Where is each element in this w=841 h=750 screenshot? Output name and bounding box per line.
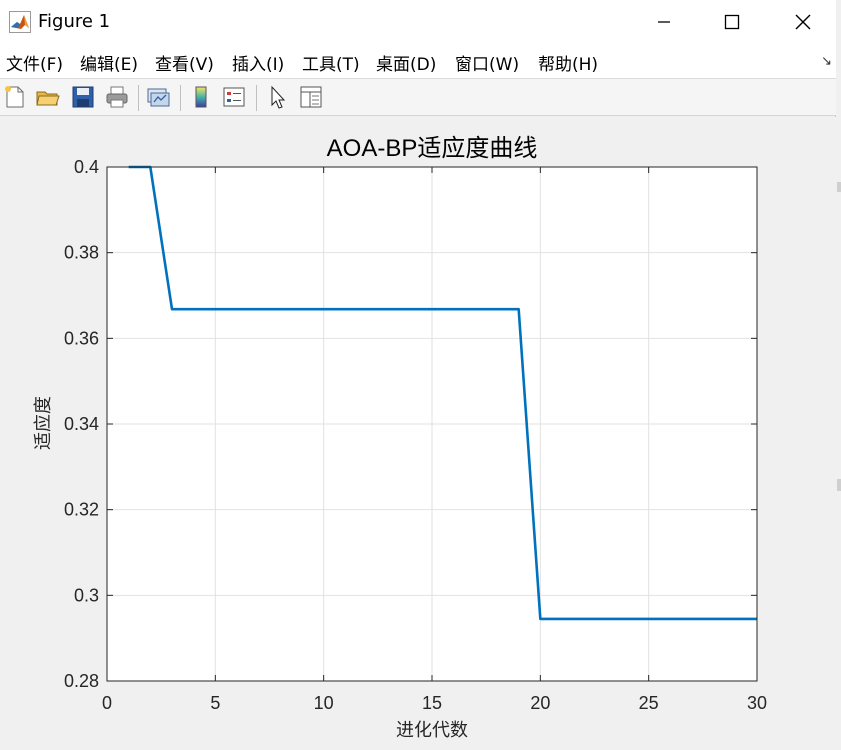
window-title: Figure 1 bbox=[38, 11, 111, 32]
menu-view[interactable]: 查看(V) bbox=[155, 50, 214, 75]
y-tick-label: 0.32 bbox=[64, 500, 99, 520]
x-tick-label: 25 bbox=[639, 693, 659, 713]
x-tick-label: 20 bbox=[530, 693, 550, 713]
property-inspector-icon[interactable] bbox=[298, 84, 324, 110]
chart-title: AOA-BP适应度曲线 bbox=[327, 135, 538, 162]
menu-desktop[interactable]: 桌面(D) bbox=[376, 50, 436, 75]
dock-arrow-icon[interactable]: ↘ bbox=[821, 54, 832, 69]
figure-window: Figure 1 文件(F) 编辑(E) 查看(V) 插入(I) 工具(T) 桌… bbox=[0, 0, 836, 750]
menu-window[interactable]: 窗口(W) bbox=[455, 50, 519, 75]
x-tick-label: 5 bbox=[210, 693, 220, 713]
menu-edit[interactable]: 编辑(E) bbox=[80, 50, 138, 75]
link-plot-icon[interactable] bbox=[145, 84, 171, 110]
matlab-logo-icon bbox=[9, 11, 31, 33]
close-icon bbox=[795, 14, 811, 30]
insert-colorbar-icon[interactable] bbox=[188, 84, 214, 110]
x-tick-label: 0 bbox=[102, 693, 112, 713]
y-tick-label: 0.38 bbox=[64, 243, 99, 263]
open-file-icon[interactable] bbox=[35, 84, 61, 110]
y-axis-label: 适应度 bbox=[33, 396, 53, 450]
y-tick-label: 0.34 bbox=[64, 414, 99, 434]
close-button[interactable] bbox=[780, 6, 826, 38]
window-edge-marker bbox=[837, 182, 841, 192]
toolbar bbox=[0, 78, 836, 116]
x-axis-label: 进化代数 bbox=[396, 720, 468, 740]
x-tick-label: 30 bbox=[747, 693, 767, 713]
menu-bar: 文件(F) 编辑(E) 查看(V) 插入(I) 工具(T) 桌面(D) 窗口(W… bbox=[0, 44, 836, 78]
toolbar-separator bbox=[256, 85, 257, 111]
y-tick-labels: 0.28 0.3 0.32 0.34 0.36 0.38 0.4 bbox=[64, 157, 99, 691]
print-icon[interactable] bbox=[104, 84, 130, 110]
y-tick-label: 0.36 bbox=[64, 328, 99, 348]
menu-help[interactable]: 帮助(H) bbox=[538, 50, 598, 75]
x-tick-label: 10 bbox=[314, 693, 334, 713]
title-bar[interactable]: Figure 1 bbox=[0, 0, 836, 44]
window-edge-marker bbox=[837, 479, 841, 491]
maximize-icon bbox=[724, 14, 740, 30]
y-tick-label: 0.28 bbox=[64, 671, 99, 691]
menu-tools[interactable]: 工具(T) bbox=[302, 50, 360, 75]
x-tick-labels: 0 5 10 15 20 25 30 bbox=[102, 693, 767, 713]
x-tick-label: 15 bbox=[422, 693, 442, 713]
insert-legend-icon[interactable] bbox=[221, 84, 247, 110]
minimize-icon bbox=[658, 21, 670, 23]
y-tick-label: 0.4 bbox=[74, 157, 99, 177]
new-figure-icon[interactable] bbox=[2, 84, 28, 110]
save-icon[interactable] bbox=[70, 84, 96, 110]
maximize-button[interactable] bbox=[709, 6, 755, 38]
toolbar-separator bbox=[138, 85, 139, 111]
toolbar-separator bbox=[180, 85, 181, 111]
select-pointer-icon[interactable] bbox=[265, 84, 291, 110]
y-tick-label: 0.3 bbox=[74, 585, 99, 605]
menu-insert[interactable]: 插入(I) bbox=[232, 50, 284, 75]
menu-file[interactable]: 文件(F) bbox=[6, 50, 63, 75]
minimize-button[interactable] bbox=[641, 6, 687, 38]
chart-svg[interactable]: AOA-BP适应度曲线 0 5 10 15 20 25 30 0.28 0.3 0.32 0.34… bbox=[0, 117, 836, 750]
